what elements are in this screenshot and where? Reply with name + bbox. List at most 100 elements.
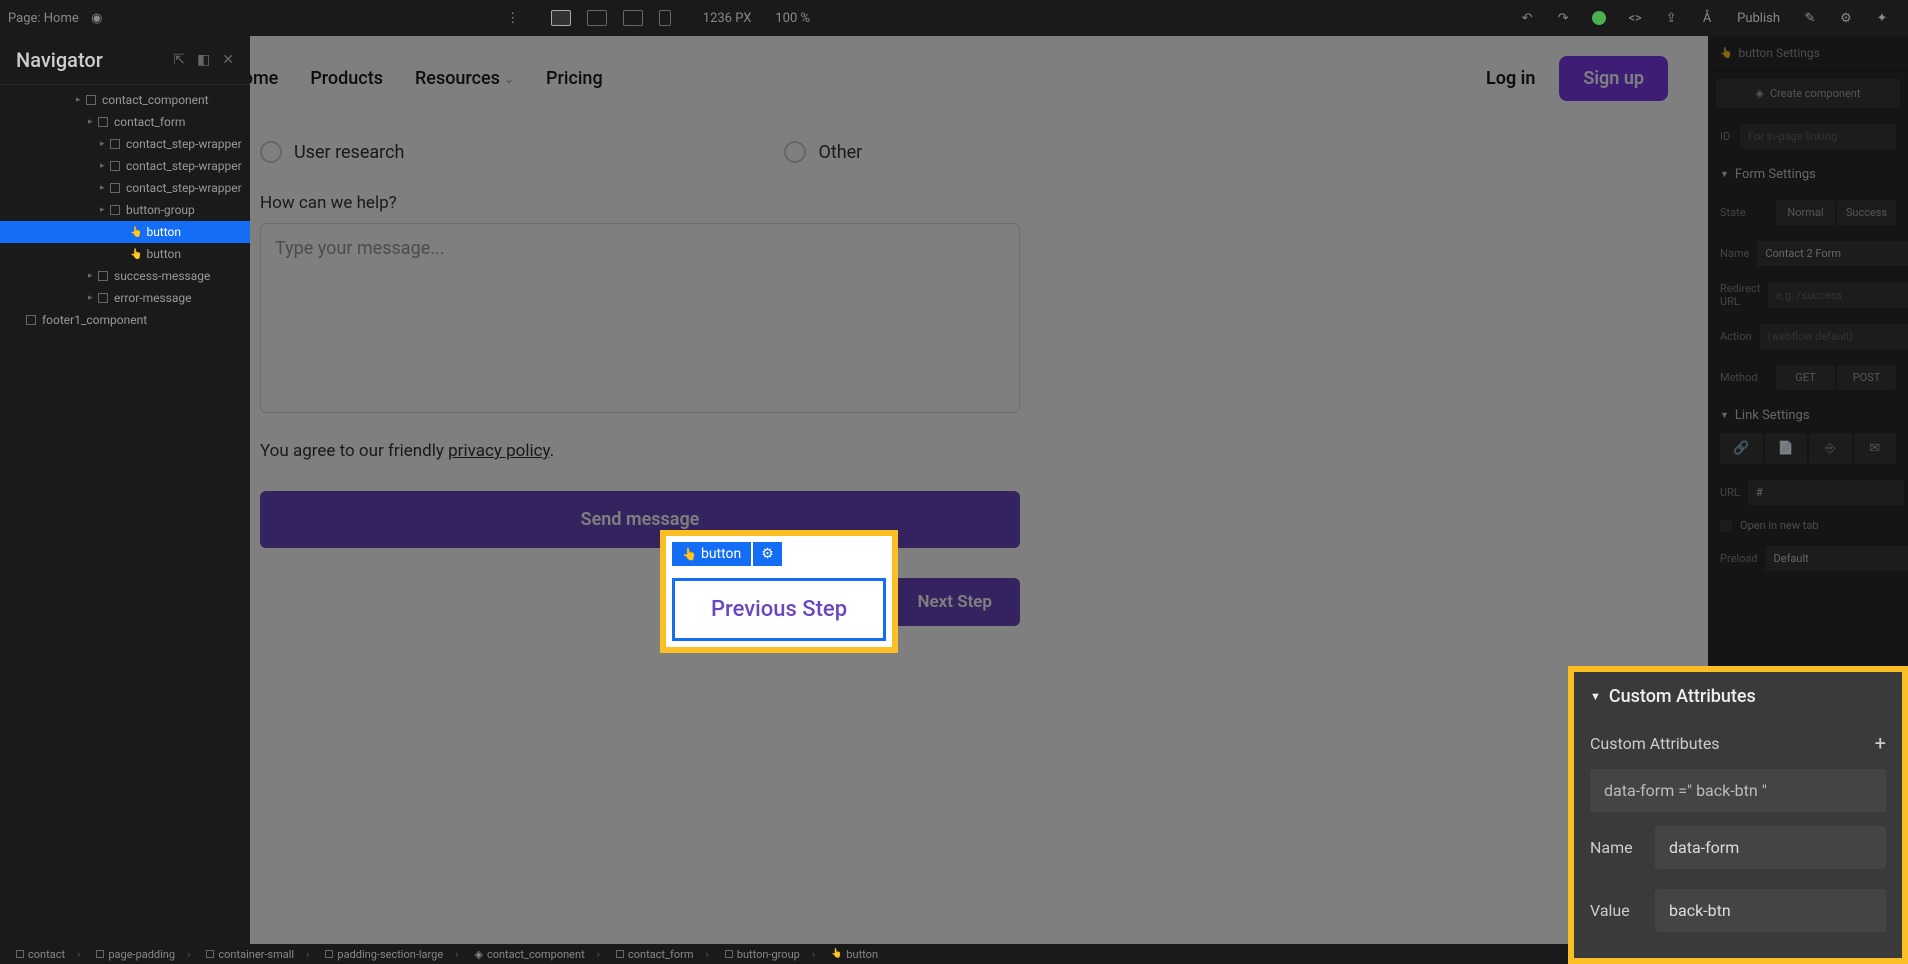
nav-item-contact-step-wrapper[interactable]: ▸contact_step-wrapper xyxy=(0,155,250,177)
crumb-contact[interactable]: contact xyxy=(8,948,88,961)
state-success[interactable]: Success xyxy=(1837,200,1896,225)
link-url-icon[interactable]: 🔗 xyxy=(1720,433,1763,464)
navigator-header: Navigator ⇱ ◧ ✕ xyxy=(0,36,250,85)
nav-item-contact-form[interactable]: ▸contact_form xyxy=(0,111,250,133)
crumb-contact-component[interactable]: ◈contact_component xyxy=(466,948,608,961)
preload-select[interactable] xyxy=(1766,546,1908,571)
code-icon[interactable]: <> xyxy=(1625,8,1645,28)
section-title: Form Settings xyxy=(1735,167,1816,182)
add-attribute-icon[interactable]: + xyxy=(1875,731,1886,755)
link-page-icon[interactable]: 📄 xyxy=(1765,433,1808,464)
viewport-width[interactable]: 1236 PX xyxy=(703,11,752,26)
navigator-title: Navigator xyxy=(16,48,103,72)
open-new-tab-check[interactable]: Open in new tab xyxy=(1708,513,1908,538)
crumb-button-group[interactable]: button-group xyxy=(717,948,823,961)
signup-button[interactable]: Sign up xyxy=(1559,56,1668,101)
canvas: Home Products Resources⌄ Pricing Log in … xyxy=(250,36,1708,944)
method-post[interactable]: POST xyxy=(1837,365,1896,390)
audit-icon[interactable]: Å xyxy=(1697,8,1717,28)
method-label: Method xyxy=(1720,371,1768,384)
nav-item-button[interactable]: 👆button xyxy=(0,243,250,265)
crumb-page-padding[interactable]: page-padding xyxy=(88,948,198,961)
nav-item-success-message[interactable]: ▸success-message xyxy=(0,265,250,287)
create-component-button[interactable]: ◈ Create component xyxy=(1716,79,1900,108)
state-label: State xyxy=(1720,206,1768,219)
nav-item-error-message[interactable]: ▸error-message xyxy=(0,287,250,309)
page-label[interactable]: Page: Home xyxy=(8,11,79,26)
nav-item-contact-component[interactable]: ▸contact_component xyxy=(0,89,250,111)
selection-gear-icon[interactable]: ⚙ xyxy=(753,542,782,566)
link-settings-section[interactable]: ▼Link Settings xyxy=(1708,398,1908,433)
link-email-icon[interactable]: ✉ xyxy=(1854,433,1897,464)
attr-name-input[interactable] xyxy=(1655,826,1886,869)
form-name-input[interactable] xyxy=(1757,241,1908,266)
send-message-button[interactable]: Send message xyxy=(260,491,1020,548)
nav-item-footer1-component[interactable]: footer1_component xyxy=(0,309,250,331)
nav-item-contact-step-wrapper[interactable]: ▸contact_step-wrapper xyxy=(0,177,250,199)
custom-attrs-header[interactable]: ▼ Custom Attributes xyxy=(1574,672,1902,721)
create-component-label: Create component xyxy=(1770,87,1860,100)
undo-icon[interactable]: ↶ xyxy=(1517,8,1537,28)
nav-item-button-group[interactable]: ▸button-group xyxy=(0,199,250,221)
form-name-label: Name xyxy=(1720,247,1749,260)
crumb-contact-form[interactable]: contact_form xyxy=(608,948,717,961)
menu-icon[interactable]: ⋮ xyxy=(503,8,523,28)
preview-icon[interactable]: ◉ xyxy=(87,8,107,28)
dock-icon[interactable]: ◧ xyxy=(197,52,210,68)
form-settings-section[interactable]: ▼Form Settings xyxy=(1708,157,1908,192)
gear-icon[interactable]: ⚙ xyxy=(1836,8,1856,28)
redo-icon[interactable]: ↷ xyxy=(1553,8,1573,28)
privacy-link[interactable]: privacy policy xyxy=(448,441,550,461)
nav-pricing[interactable]: Pricing xyxy=(546,68,603,89)
radio-other[interactable]: Other xyxy=(784,141,862,163)
checkbox-icon xyxy=(1720,520,1732,532)
custom-attributes-panel: ▼ Custom Attributes Custom Attributes + … xyxy=(1568,666,1908,964)
desktop-icon[interactable] xyxy=(551,10,571,26)
action-input[interactable] xyxy=(1760,324,1908,349)
contact-form: User research Other How can we help? You… xyxy=(250,121,1708,646)
redirect-input[interactable] xyxy=(1768,283,1908,308)
attr-value-input[interactable] xyxy=(1655,889,1886,932)
cursor-icon: 👆 xyxy=(1720,48,1732,59)
radio-label: User research xyxy=(294,142,404,163)
crumb-padding-section-large[interactable]: padding-section-large xyxy=(317,948,466,961)
component-icon: ◈ xyxy=(1756,87,1764,100)
crumb-container-small[interactable]: container-small xyxy=(198,948,317,961)
custom-attrs-subheader: Custom Attributes + xyxy=(1574,721,1902,765)
collapse-icon[interactable]: ⇱ xyxy=(173,52,185,68)
attr-value-label: Value xyxy=(1590,901,1639,920)
tablet-icon[interactable] xyxy=(587,10,607,26)
privacy-notice: You agree to our friendly privacy policy… xyxy=(260,441,1698,461)
publish-button[interactable]: Publish xyxy=(1737,11,1780,26)
crumb-button[interactable]: 👆button xyxy=(823,948,898,961)
selection-label[interactable]: 👆button xyxy=(672,542,751,566)
radio-icon xyxy=(784,141,806,163)
nav-item-button[interactable]: 👆button xyxy=(0,221,250,243)
status-ok-icon[interactable] xyxy=(1589,8,1609,28)
close-icon[interactable]: ✕ xyxy=(222,52,234,68)
id-input[interactable] xyxy=(1740,124,1896,149)
previous-step-button[interactable]: Previous Step xyxy=(672,578,886,641)
existing-attribute[interactable]: data-form =" back-btn " xyxy=(1590,769,1886,812)
export-icon[interactable]: ⇪ xyxy=(1661,8,1681,28)
next-step-button[interactable]: Next Step xyxy=(889,578,1020,626)
radio-icon xyxy=(260,141,282,163)
state-segment: Normal Success xyxy=(1776,200,1896,225)
message-textarea[interactable] xyxy=(260,223,1020,413)
login-link[interactable]: Log in xyxy=(1486,68,1535,89)
url-input[interactable] xyxy=(1748,480,1904,505)
brush-icon[interactable]: ✎ xyxy=(1800,8,1820,28)
mobile-icon[interactable] xyxy=(659,10,671,26)
effects-icon[interactable]: ✦ xyxy=(1872,8,1892,28)
link-section-icon[interactable]: ⎆ xyxy=(1809,433,1852,464)
landscape-mobile-icon[interactable] xyxy=(623,10,643,26)
state-normal[interactable]: Normal xyxy=(1776,200,1835,225)
radio-user-research[interactable]: User research xyxy=(260,141,404,163)
zoom-level[interactable]: 100 % xyxy=(775,11,810,26)
method-get[interactable]: GET xyxy=(1776,365,1835,390)
nav-products[interactable]: Products xyxy=(310,68,383,89)
nav-item-contact-step-wrapper[interactable]: ▸contact_step-wrapper xyxy=(0,133,250,155)
action-label: Action xyxy=(1720,330,1752,343)
navigator-panel: Navigator ⇱ ◧ ✕ ▸contact_component▸conta… xyxy=(0,36,250,944)
nav-resources[interactable]: Resources xyxy=(415,68,500,89)
